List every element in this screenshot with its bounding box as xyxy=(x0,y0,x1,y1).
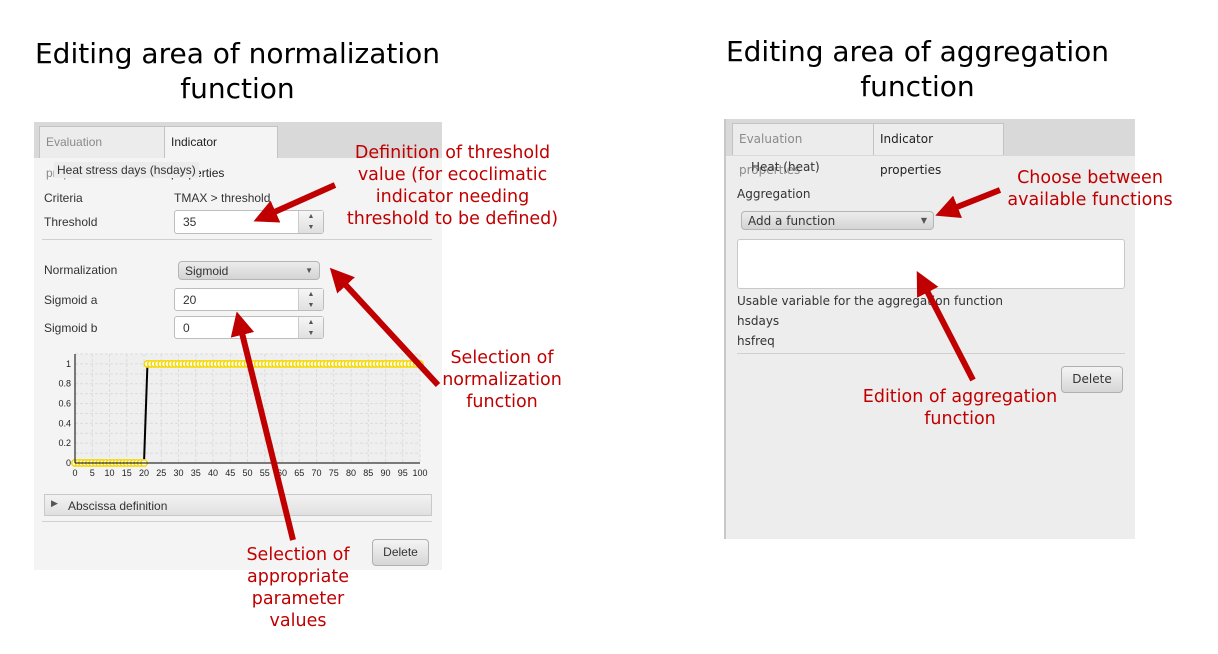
y-tick-label: 0.6 xyxy=(58,399,71,409)
indicator-name: Heat stress days (hsdays) xyxy=(54,162,199,178)
criteria-label: Criteria xyxy=(44,191,83,205)
criteria-value: TMAX > threshold xyxy=(174,191,271,205)
x-tick-label: 55 xyxy=(260,468,270,478)
normalization-select[interactable]: Sigmoid ▼ xyxy=(178,261,320,280)
x-tick-label: 50 xyxy=(242,468,252,478)
x-tick-label: 100 xyxy=(412,468,427,478)
sigmoid-a-label: Sigmoid a xyxy=(44,293,98,307)
x-tick-label: 15 xyxy=(122,468,132,478)
x-tick-label: 40 xyxy=(208,468,218,478)
x-tick-label: 5 xyxy=(90,468,95,478)
right-title: Editing area of aggregation function xyxy=(725,35,1110,103)
variable-item: hsdays xyxy=(737,314,780,328)
tab-evaluation-properties[interactable]: Evaluation properties xyxy=(39,126,165,180)
annotation-threshold: Definition of threshold value (for ecocl… xyxy=(346,143,559,229)
annotation-edition: Edition of aggregation function xyxy=(862,387,1058,429)
function-textarea[interactable] xyxy=(737,239,1125,289)
x-tick-label: 0 xyxy=(72,468,77,478)
sigmoid-b-spinner[interactable]: ▲ ▼ xyxy=(298,317,323,338)
x-tick-label: 90 xyxy=(380,468,390,478)
x-tick-label: 20 xyxy=(139,468,149,478)
y-tick-label: 0 xyxy=(66,458,71,468)
annotation-normalization: Selection of normalization function xyxy=(442,348,562,412)
aggregation-label: Aggregation xyxy=(737,187,811,201)
sigmoid-a-value: 20 xyxy=(183,293,197,307)
x-tick-label: 35 xyxy=(191,468,201,478)
x-tick-label: 60 xyxy=(277,468,287,478)
y-tick-label: 0.8 xyxy=(58,379,71,389)
threshold-value: 35 xyxy=(183,215,197,229)
sigmoid-b-input[interactable]: 0 ▲ ▼ xyxy=(174,316,324,339)
delete-button[interactable]: Delete xyxy=(1061,366,1123,393)
x-tick-label: 95 xyxy=(398,468,408,478)
tab-evaluation-properties[interactable]: Evaluation properties xyxy=(732,123,874,177)
x-tick-label: 30 xyxy=(173,468,183,478)
abscissa-definition-toggle[interactable]: ▶ Abscissa definition xyxy=(44,494,432,516)
sigmoid-a-input[interactable]: 20 ▲ ▼ xyxy=(174,288,324,311)
threshold-label: Threshold xyxy=(44,215,98,229)
sigmoid-a-spinner[interactable]: ▲ ▼ xyxy=(298,289,323,310)
tab-indicator-properties[interactable]: Indicator properties xyxy=(873,123,1004,177)
usable-variable-label: Usable variable for the aggregation func… xyxy=(737,294,1004,308)
normalization-label: Normalization xyxy=(44,263,118,277)
normalization-value: Sigmoid xyxy=(185,264,229,278)
annotation-choose: Choose between available functions xyxy=(1007,168,1173,210)
x-tick-label: 65 xyxy=(294,468,304,478)
data-point xyxy=(416,359,424,368)
y-tick-label: 1 xyxy=(66,359,71,369)
x-tick-label: 80 xyxy=(346,468,356,478)
x-tick-label: 10 xyxy=(104,468,114,478)
tab-indicator-properties[interactable]: Indicator properties xyxy=(164,126,278,180)
x-tick-label: 75 xyxy=(329,468,339,478)
function-select[interactable]: Add a function ▼ xyxy=(741,211,934,230)
sigmoid-chart: 0 5 10 15 20 25 30 35 40 45 50 55 60 65 70 75 80 85 90 95 10… xyxy=(58,353,428,478)
chevron-down-icon: ▼ xyxy=(920,216,927,225)
sigmoid-b-label: Sigmoid b xyxy=(44,321,98,335)
x-tick-label: 85 xyxy=(363,468,373,478)
y-tick-label: 0.2 xyxy=(58,438,71,448)
variable-item: hsfreq xyxy=(737,334,775,348)
annotation-parameters: Selection of appropriate parameter value… xyxy=(246,545,350,631)
x-tick-label: 45 xyxy=(225,468,235,478)
function-select-value: Add a function xyxy=(748,214,836,228)
threshold-input[interactable]: 35 ▲ ▼ xyxy=(174,210,324,234)
indicator-name: Heat (heat) xyxy=(751,160,820,174)
abscissa-label: Abscissa definition xyxy=(68,499,168,513)
sigmoid-b-value: 0 xyxy=(183,321,190,335)
chevron-down-icon: ▼ xyxy=(305,266,313,275)
tab-bar: Evaluation properties Indicator properti… xyxy=(726,119,1135,177)
triangle-right-icon: ▶ xyxy=(51,498,58,508)
threshold-spinner[interactable]: ▲ ▼ xyxy=(298,211,323,233)
x-tick-label: 70 xyxy=(311,468,321,478)
delete-button[interactable]: Delete xyxy=(372,539,429,566)
left-title: Editing area of normalization function xyxy=(34,37,441,105)
x-tick-label: 25 xyxy=(156,468,166,478)
y-tick-label: 0.4 xyxy=(58,418,71,428)
